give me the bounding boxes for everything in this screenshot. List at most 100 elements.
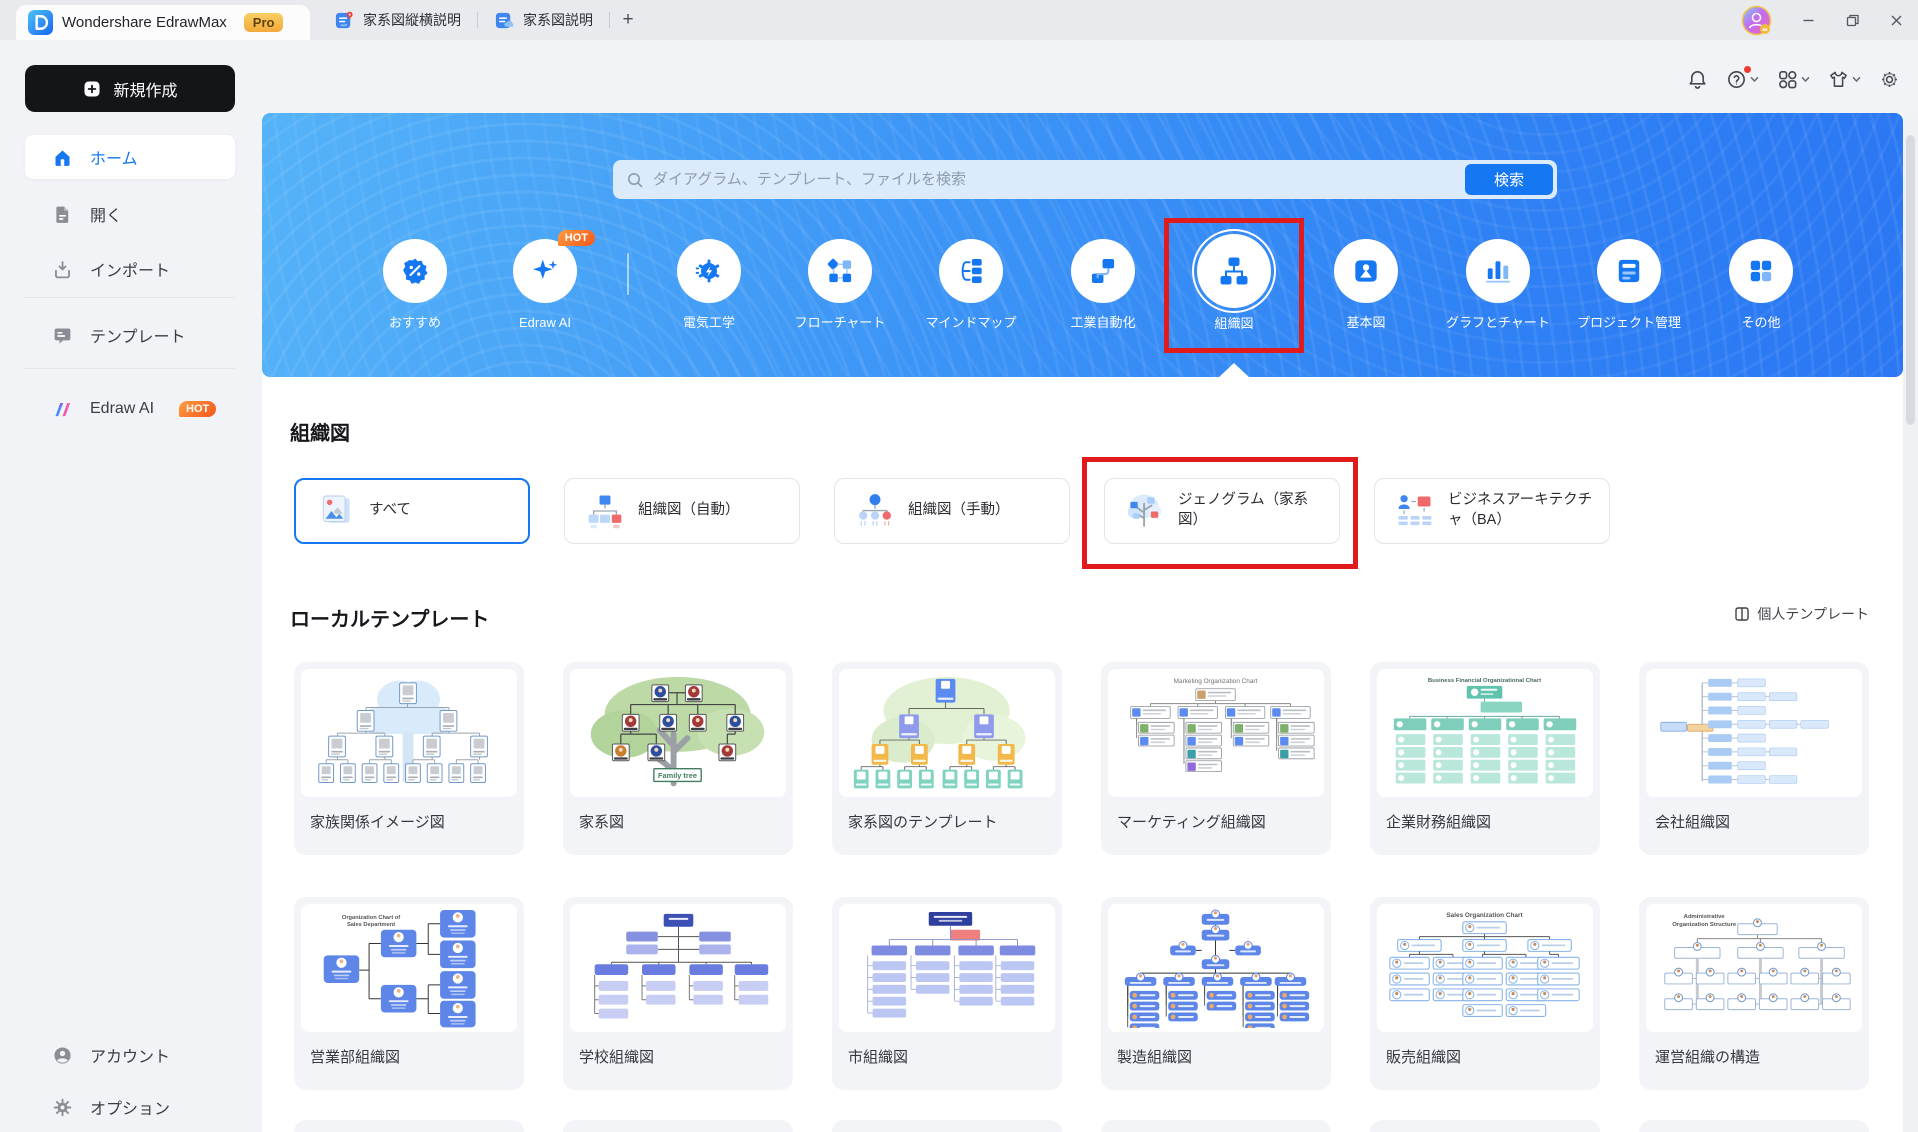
category-electrical[interactable]: 電気工学 <box>649 239 769 332</box>
subcategory-card-business-architecture[interactable]: ビジネスアーキテクチャ（BA） <box>1374 478 1610 544</box>
category-circle <box>939 239 1003 303</box>
sidebar-item-import[interactable]: インポート <box>25 247 235 291</box>
all-templates-icon <box>316 491 356 531</box>
apps-button[interactable] <box>1777 69 1810 90</box>
avatar[interactable] <box>1741 5 1772 36</box>
minimize-button[interactable] <box>1786 0 1830 40</box>
category-circle <box>808 239 872 303</box>
project-icon <box>1613 255 1645 287</box>
bell-icon <box>1687 69 1708 90</box>
category-project[interactable]: プロジェクト管理 <box>1569 239 1689 332</box>
edraw-ai-logo-icon <box>52 399 73 420</box>
scrollbar-thumb[interactable] <box>1906 135 1915 425</box>
sidebar-item-label: ホーム <box>90 151 138 168</box>
category-flowchart[interactable]: フローチャート <box>780 239 900 332</box>
orgchart-manual-icon <box>855 491 895 531</box>
document-tab[interactable]: 家系図縦横説明 <box>318 0 477 40</box>
sidebar-divider <box>25 368 235 369</box>
category-circle <box>383 239 447 303</box>
import-icon <box>52 259 73 280</box>
template-title: 企業財務組織図 <box>1386 814 1492 831</box>
category-charts[interactable]: グラフとチャート <box>1438 239 1558 332</box>
sidebar-item-label: 開く <box>90 208 123 225</box>
template-title: 家族関係イメージ図 <box>310 814 445 831</box>
category-circle <box>1597 239 1661 303</box>
template-card[interactable]: 会社組織図 <box>1639 662 1869 855</box>
account-icon <box>52 1045 73 1066</box>
template-card[interactable]: 製造組織図 <box>1101 897 1331 1090</box>
subcategory-card-orgchart-manual[interactable]: 組織図（手動） <box>834 478 1070 544</box>
personal-templates-link[interactable]: 個人テンプレート <box>1734 604 1869 624</box>
new-document-button[interactable]: 新規作成 <box>25 65 235 112</box>
template-title: 営業部組織図 <box>310 1049 401 1066</box>
sidebar-item-edraw-ai[interactable]: Edraw AI HOT <box>25 387 235 431</box>
close-button[interactable] <box>1874 0 1918 40</box>
category-circle <box>1466 239 1530 303</box>
sidebar-divider <box>25 297 235 298</box>
template-thumbnail <box>301 669 517 797</box>
template-card[interactable]: Sales Organization Chart 販売組織図 <box>1370 897 1600 1090</box>
other-grid-icon <box>1745 255 1777 287</box>
banner: 検索 おすすめ Edraw AI HOT 電気工学 フローチャート マインドマップ 工業自動… <box>262 113 1903 378</box>
theme-button[interactable] <box>1828 69 1861 90</box>
file-pin-icon <box>334 10 355 31</box>
subcategory-card-genogram[interactable]: ジェノグラム（家系図） <box>1104 478 1340 544</box>
subcategory-card-all[interactable]: すべて <box>294 478 530 544</box>
titlebar: Wondershare EdrawMax Pro 家系図縦横説明 家系図説明 + <box>0 0 1918 40</box>
category-label: プロジェクト管理 <box>1576 315 1681 330</box>
category-basic[interactable]: 基本図 <box>1306 239 1426 332</box>
template-title: 会社組織図 <box>1655 814 1731 831</box>
category-orgchart[interactable]: 組織図 <box>1174 229 1294 333</box>
category-label: 基本図 <box>1346 315 1386 330</box>
sidebar-item-open[interactable]: 開く <box>25 192 235 236</box>
new-document-label: 新規作成 <box>113 82 178 100</box>
svg-text:Sales Department: Sales Department <box>347 922 395 928</box>
sidebar-item-options[interactable]: オプション <box>25 1085 235 1129</box>
layout-icon <box>1734 606 1750 622</box>
search-button[interactable]: 検索 <box>1465 164 1553 195</box>
settings-button[interactable] <box>1879 69 1900 90</box>
notification-dot <box>1744 65 1751 73</box>
template-card[interactable]: Administrative Organization Structure 運営組織… <box>1639 897 1869 1090</box>
template-card[interactable]: Business Financial Organizational Chart 企… <box>1370 662 1600 855</box>
svg-text:Family tree: Family tree <box>659 771 698 780</box>
flowchart-icon <box>824 255 856 287</box>
template-card[interactable]: 学校組織図 <box>563 897 793 1090</box>
search-icon <box>626 171 644 189</box>
pro-badge: Pro <box>243 13 284 32</box>
sidebar-item-account[interactable]: アカウント <box>25 1033 235 1077</box>
document-tab[interactable]: 家系図説明 <box>478 0 609 40</box>
category-automation[interactable]: 工業自動化 <box>1043 239 1163 332</box>
notifications-button[interactable] <box>1687 69 1708 90</box>
subcategory-card-orgchart-auto[interactable]: 組織図（自動） <box>564 478 800 544</box>
category-circle <box>1071 239 1135 303</box>
template-card[interactable]: 市組織図 <box>832 897 1062 1090</box>
category-other[interactable]: その他 <box>1701 239 1821 332</box>
caret-down-icon <box>1801 76 1810 83</box>
sidebar-item-home[interactable]: ホーム <box>25 135 235 179</box>
section-title: 組織図 <box>290 423 350 445</box>
template-card[interactable]: 家系図のテンプレート <box>832 662 1062 855</box>
category-recommend[interactable]: おすすめ <box>355 239 475 332</box>
template-card[interactable]: Family tree 家系図 <box>563 662 793 855</box>
document-tab-label: 家系図説明 <box>523 12 593 28</box>
recommend-icon <box>399 255 431 287</box>
help-button[interactable] <box>1726 65 1759 90</box>
search-input[interactable] <box>644 171 1557 188</box>
category-edraw-ai[interactable]: Edraw AI HOT <box>485 230 605 332</box>
category-label: マインドマップ <box>925 315 1017 330</box>
top-toolbar <box>1687 56 1900 102</box>
template-card[interactable]: Organization Chart of Sales Department 営業部… <box>294 897 524 1090</box>
template-card-partial <box>1370 1120 1600 1132</box>
template-card[interactable]: Marketing Organization Chart マーケティング組織図 <box>1101 662 1331 855</box>
genogram-icon <box>1125 491 1165 531</box>
sidebar-item-templates[interactable]: テンプレート <box>25 313 235 357</box>
template-card[interactable]: 家族関係イメージ図 <box>294 662 524 855</box>
category-mindmap[interactable]: マインドマップ <box>911 239 1031 332</box>
new-tab-button[interactable]: + <box>610 0 646 40</box>
app-tab[interactable]: Wondershare EdrawMax Pro <box>16 5 310 40</box>
restore-button[interactable] <box>1830 0 1874 40</box>
sidebar-item-label: テンプレート <box>90 329 186 346</box>
template-card-partial <box>1101 1120 1331 1132</box>
template-title: 製造組織図 <box>1117 1049 1193 1066</box>
